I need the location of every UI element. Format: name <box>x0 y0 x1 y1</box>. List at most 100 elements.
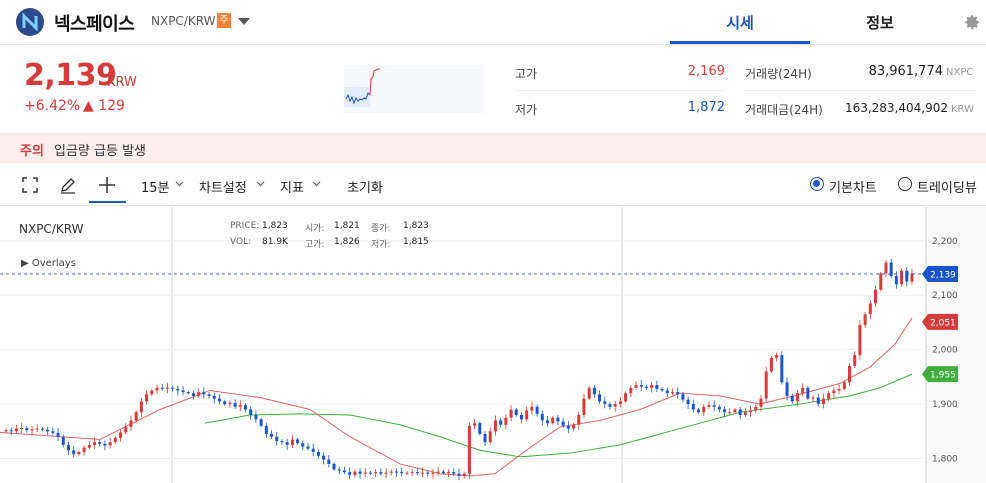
candle-body <box>905 270 909 282</box>
candle-body <box>488 431 492 443</box>
candle-body <box>546 420 550 424</box>
moving-average-long <box>204 373 913 458</box>
candle-body <box>457 473 461 476</box>
candle-body <box>691 404 695 410</box>
candle-body <box>363 472 367 474</box>
candle-body <box>618 401 622 405</box>
info-vol-label: VOL: <box>230 237 252 247</box>
reset-button[interactable]: 초기화 <box>347 177 383 196</box>
tab-info[interactable]: 정보 <box>810 12 950 33</box>
candle-body <box>775 355 779 358</box>
crosshair-icon[interactable] <box>98 176 116 194</box>
candle-body <box>707 405 711 407</box>
candle-body <box>426 472 430 474</box>
candle-body <box>348 472 352 475</box>
candle-body <box>35 428 39 430</box>
candle-body <box>145 394 149 402</box>
candle-body <box>525 410 529 420</box>
candle-body <box>66 444 70 451</box>
fullscreen-icon[interactable] <box>21 176 39 194</box>
info-high-label: 고가: <box>305 240 325 250</box>
indicators-menu[interactable]: 지표 <box>280 177 304 196</box>
candle-body <box>155 387 159 391</box>
basic-chart-label[interactable]: 기본차트 <box>829 177 877 196</box>
candle-body <box>535 406 539 414</box>
tradingview-label[interactable]: 트레이딩뷰 <box>917 177 977 196</box>
candle-body <box>358 471 362 474</box>
candle-body <box>733 409 737 413</box>
candle-body <box>697 409 701 413</box>
candle-body <box>447 472 451 474</box>
candle-body <box>598 394 602 402</box>
candle-body <box>322 455 326 460</box>
candle-body <box>46 429 50 432</box>
overlays-toggle[interactable]: ▶ Overlays <box>21 258 76 269</box>
tradingview-radio[interactable] <box>898 177 912 191</box>
candle-body <box>894 276 898 285</box>
candle-body <box>821 398 825 405</box>
candle-body <box>910 273 914 282</box>
candle-body <box>493 420 497 432</box>
candle-body <box>150 390 154 395</box>
info-high: 1,826 <box>334 237 360 247</box>
amount-label: 거래대금(24H) <box>745 103 823 117</box>
candle-body <box>514 409 518 415</box>
candle-body <box>639 385 643 387</box>
candle-body <box>629 387 633 394</box>
overlays-label[interactable]: Overlays <box>32 258 76 269</box>
candle-body <box>280 441 284 443</box>
candle-body <box>462 473 466 476</box>
candle-body <box>848 365 852 383</box>
pencil-icon[interactable] <box>59 176 77 194</box>
candle-body <box>754 406 758 411</box>
moving-average-short <box>0 317 913 477</box>
candle-body <box>478 423 482 435</box>
candle-body <box>202 392 206 395</box>
notice-tag: 주의 <box>20 144 44 159</box>
tab-market[interactable]: 시세 <box>670 12 810 33</box>
candle-body <box>769 357 773 372</box>
candle-body <box>301 443 305 447</box>
chart-canvas[interactable]: 2,200 2,100 2,000 1,900 1,800 2,139 2,051 1,955 <box>0 207 986 483</box>
candle-body <box>603 401 607 405</box>
interval-select[interactable]: 15분 <box>141 177 170 196</box>
info-close: 1,823 <box>403 221 429 231</box>
active-tool-indicator <box>89 201 126 203</box>
candle-body <box>556 417 560 422</box>
basic-chart-radio[interactable] <box>810 177 824 191</box>
candle-body <box>56 432 60 437</box>
volume-value: 83,961,774 <box>868 64 943 79</box>
amount-unit: KRW <box>951 104 974 115</box>
candle-body <box>551 417 555 424</box>
candle-body <box>270 434 274 437</box>
candle-body <box>368 472 372 474</box>
volume-label: 거래량(24H) <box>745 67 812 81</box>
candle-body <box>353 471 357 475</box>
candle-body <box>296 439 300 444</box>
notice-bar <box>0 133 986 163</box>
candle-body <box>40 428 44 430</box>
candle-body <box>374 472 378 474</box>
candle-body <box>624 393 628 402</box>
candle-body <box>410 472 414 474</box>
info-price-label: PRICE: <box>230 221 260 231</box>
candle-body <box>405 472 409 474</box>
candle-body <box>837 388 841 391</box>
candle-body <box>608 404 612 407</box>
candle-body <box>160 387 164 389</box>
warning-badge: 주 <box>217 13 231 28</box>
info-low-label: 저가: <box>371 240 391 250</box>
candle-body <box>254 414 258 420</box>
chevron-down-icon[interactable] <box>238 18 250 25</box>
chart-settings-menu[interactable]: 차트설정 <box>199 177 247 196</box>
gear-icon[interactable] <box>963 13 981 31</box>
candle-body <box>592 387 596 395</box>
candle-body <box>119 432 123 438</box>
candle-body <box>858 325 862 356</box>
candlestick-chart[interactable]: 2,200 2,100 2,000 1,900 1,800 2,139 2,051 1,955… <box>0 207 986 483</box>
candle-body <box>868 303 872 315</box>
candle-body <box>842 382 846 389</box>
candle-body <box>264 425 268 435</box>
candle-body <box>801 387 805 394</box>
chevron-down-icon <box>256 181 265 187</box>
